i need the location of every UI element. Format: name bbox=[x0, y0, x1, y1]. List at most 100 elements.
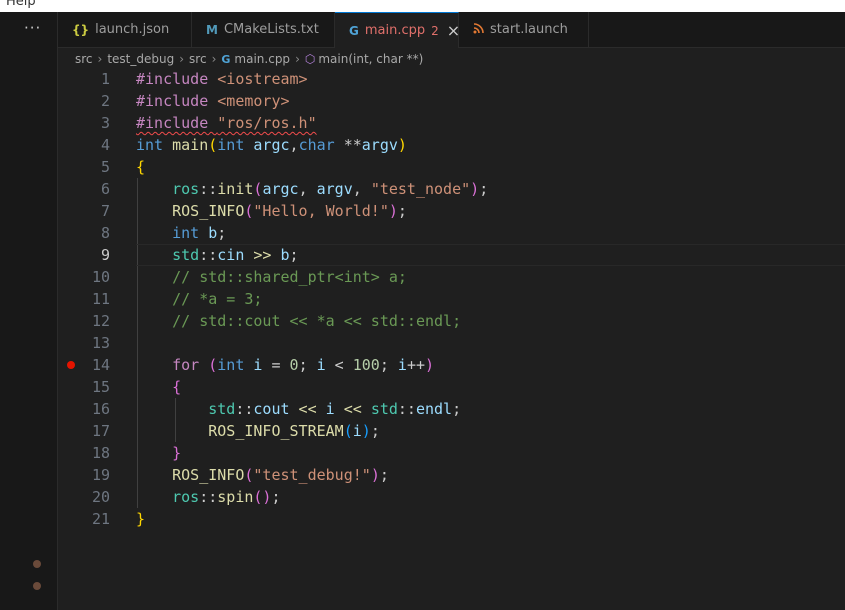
line-number: 21 bbox=[91, 510, 110, 528]
code-token: <memory> bbox=[217, 92, 290, 110]
activity-bar bbox=[0, 12, 58, 610]
code-text: ROS_INFO("test_debug!"); bbox=[136, 464, 389, 486]
breadcrumb-file[interactable]: main.cpp bbox=[234, 52, 290, 66]
code-line[interactable]: 2 #include <memory> bbox=[58, 90, 845, 112]
code-line[interactable]: 13 bbox=[58, 332, 845, 354]
code-token: i bbox=[325, 400, 335, 418]
breadcrumb-src-inner[interactable]: src bbox=[189, 52, 207, 66]
code-token: ROS_INFO_STREAM bbox=[208, 422, 344, 440]
menu-help[interactable]: Help bbox=[6, 0, 36, 9]
code-token: argc bbox=[253, 136, 290, 154]
code-token: ) bbox=[470, 180, 480, 198]
tab-main-cpp[interactable]: G main.cpp 2 × bbox=[335, 12, 460, 48]
code-line[interactable]: 12 // std::cout << *a << std::endl; bbox=[58, 310, 845, 332]
line-number: 19 bbox=[91, 466, 110, 484]
rss-file-icon bbox=[473, 22, 484, 37]
code-token: ; bbox=[370, 422, 380, 440]
code-token: :: bbox=[199, 246, 218, 264]
code-token: #include bbox=[136, 114, 218, 132]
code-line[interactable]: 4 int main(int argc,char **argv) bbox=[58, 134, 845, 156]
code-token: argv bbox=[316, 180, 353, 198]
code-text: { bbox=[136, 376, 181, 398]
code-token: ; bbox=[289, 246, 299, 264]
code-line[interactable]: 20 ros::spin(); bbox=[58, 486, 845, 508]
problem-count-badge: 2 bbox=[431, 23, 439, 38]
code-token: "ros/ros.h" bbox=[217, 114, 317, 132]
line-number: 16 bbox=[91, 400, 110, 418]
code-token: for bbox=[172, 356, 209, 374]
line-number: 11 bbox=[91, 290, 110, 308]
account-icon[interactable] bbox=[33, 560, 41, 568]
code-line[interactable]: 9 std::cin >> b; bbox=[58, 244, 845, 266]
code-token: } bbox=[172, 444, 182, 462]
code-text: } bbox=[136, 508, 145, 530]
code-line[interactable]: 17 ROS_INFO_STREAM(i); bbox=[58, 420, 845, 442]
code-line[interactable]: 11 // *a = 3; bbox=[58, 288, 845, 310]
code-line[interactable]: 14 for (int i = 0; i < 100; i++) bbox=[58, 354, 845, 376]
code-editor[interactable]: 1 #include <iostream> 2 #include <memory> 3 #… bbox=[58, 68, 845, 610]
code-token: int bbox=[136, 136, 173, 154]
settings-icon[interactable] bbox=[33, 582, 41, 590]
code-token: cout bbox=[253, 400, 290, 418]
code-token: :: bbox=[397, 400, 416, 418]
code-text: // std::cout << *a << std::endl; bbox=[136, 310, 461, 332]
code-line[interactable]: 16 std::cout << i << std::endl; bbox=[58, 398, 845, 420]
tab-cmakelists[interactable]: M CMakeLists.txt bbox=[192, 12, 335, 47]
line-number: 9 bbox=[100, 246, 110, 264]
editor-tab-bar: ··· {} launch.json M CMakeLists.txt G ma… bbox=[24, 12, 845, 48]
code-line[interactable]: 10 // std::shared_ptr<int> a; bbox=[58, 266, 845, 288]
code-token: ) bbox=[361, 422, 371, 440]
code-token: init bbox=[217, 180, 254, 198]
code-text: #include <iostream> bbox=[136, 68, 308, 90]
code-token: int bbox=[172, 224, 209, 242]
breadcrumb-test-debug[interactable]: test_debug bbox=[107, 52, 174, 66]
code-line[interactable]: 19 ROS_INFO("test_debug!"); bbox=[58, 464, 845, 486]
code-line[interactable]: 8 int b; bbox=[58, 222, 845, 244]
line-number: 18 bbox=[91, 444, 110, 462]
code-token: ; bbox=[379, 356, 398, 374]
code-text: ros::spin(); bbox=[136, 486, 280, 508]
line-number: 5 bbox=[100, 158, 110, 176]
code-token: , bbox=[352, 180, 371, 198]
breadcrumb-symbol[interactable]: main(int, char **) bbox=[318, 52, 423, 66]
code-token: spin bbox=[217, 488, 254, 506]
code-line[interactable]: 5{ bbox=[58, 156, 845, 178]
tab-launch-json[interactable]: {} launch.json bbox=[58, 12, 192, 47]
code-line[interactable]: 21} bbox=[58, 508, 845, 530]
cpp-file-icon: G bbox=[349, 23, 359, 38]
code-text: int b; bbox=[136, 222, 226, 244]
code-token: ) bbox=[397, 136, 407, 154]
code-token: ( bbox=[208, 136, 218, 154]
code-token: char bbox=[298, 136, 344, 154]
more-actions-icon[interactable]: ··· bbox=[24, 19, 41, 37]
tab-start-launch[interactable]: start.launch bbox=[459, 12, 589, 47]
code-token: cin bbox=[217, 246, 245, 264]
code-line[interactable]: 6 ros::init(argc, argv, "test_node"); bbox=[58, 178, 845, 200]
code-text: ROS_INFO_STREAM(i); bbox=[136, 420, 380, 442]
code-token: // std::cout << *a << std::endl; bbox=[172, 312, 462, 330]
code-token: << bbox=[334, 400, 371, 418]
code-token: std bbox=[172, 246, 200, 264]
code-line[interactable]: 3 #include "ros/ros.h" bbox=[58, 112, 845, 134]
code-line[interactable]: 7 ROS_INFO("Hello, World!"); bbox=[58, 200, 845, 222]
line-number: 7 bbox=[100, 202, 110, 220]
code-line[interactable]: 18 } bbox=[58, 442, 845, 464]
breadcrumb-src[interactable]: src bbox=[75, 52, 93, 66]
code-line[interactable]: 15 { bbox=[58, 376, 845, 398]
code-token: ; bbox=[379, 466, 389, 484]
line-number: 3 bbox=[100, 114, 110, 132]
code-token: << bbox=[289, 400, 326, 418]
menu-bar: Help bbox=[0, 0, 845, 12]
code-token: } bbox=[136, 510, 146, 528]
code-token: std bbox=[370, 400, 398, 418]
code-token: int bbox=[217, 136, 254, 154]
code-token: // std::shared_ptr<int> a; bbox=[172, 268, 407, 286]
code-text: #include "ros/ros.h" bbox=[136, 112, 317, 134]
chevron-right-icon: › bbox=[179, 52, 185, 66]
code-line[interactable]: 1 #include <iostream> bbox=[58, 68, 845, 90]
